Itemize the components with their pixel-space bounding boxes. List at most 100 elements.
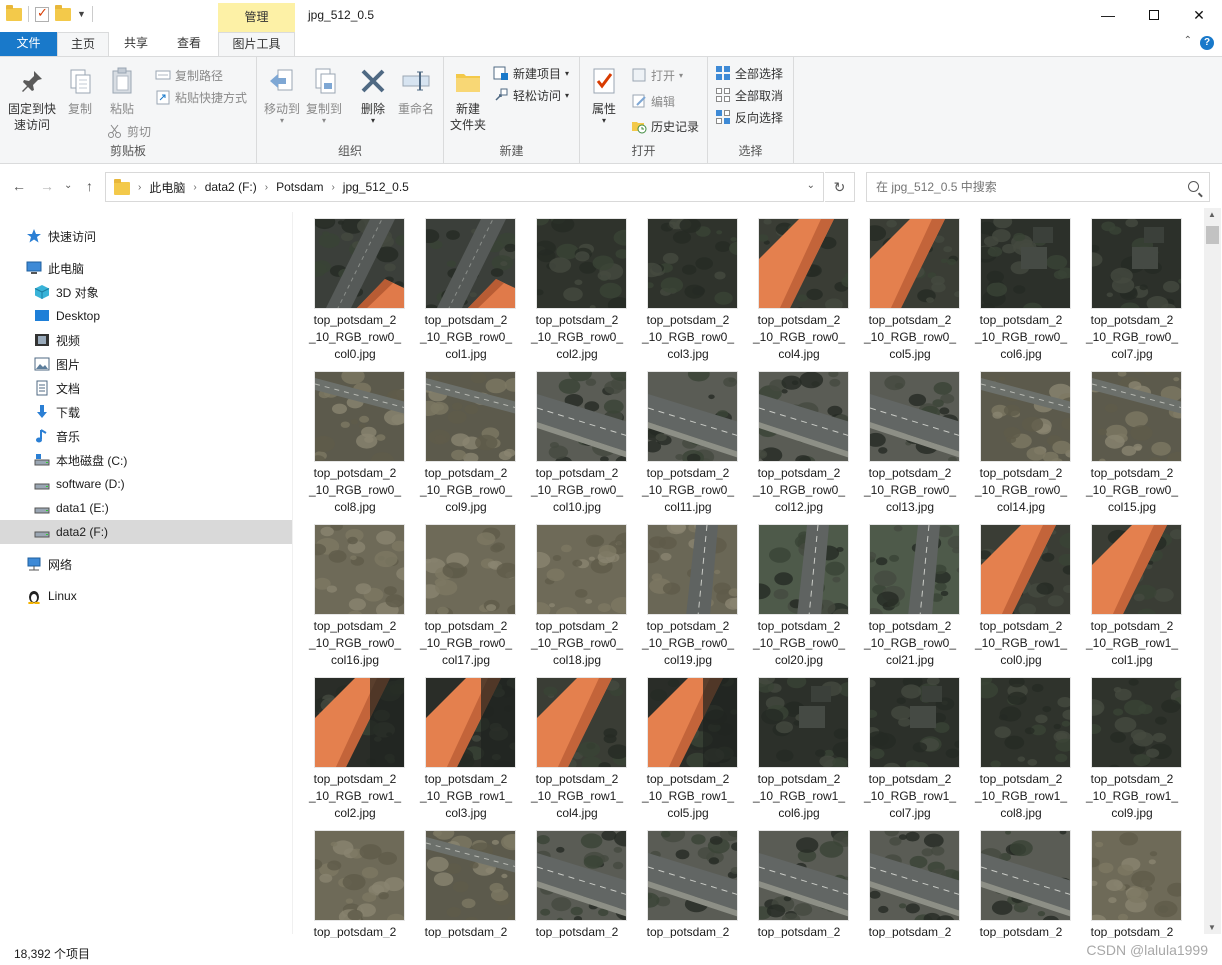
file-item[interactable]: top_potsdam_2 _10_RGB_row0_ col12.jpg xyxy=(744,361,854,514)
nav-item-10[interactable]: 本地磁盘 (C:) xyxy=(0,448,292,472)
tab-home[interactable]: 主页 xyxy=(57,32,109,56)
nav-item-6[interactable]: 图片 xyxy=(0,352,292,376)
file-item[interactable]: top_potsdam_2 _10_RGB_row1_ col0.jpg xyxy=(966,514,1076,667)
recent-locations-button[interactable]: ⌄ xyxy=(64,180,72,191)
open-button[interactable]: 打开 ▾ xyxy=(631,65,683,85)
file-item[interactable]: top_potsdam_2 xyxy=(744,820,854,938)
nav-item-11[interactable]: software (D:) xyxy=(0,472,292,496)
pane-splitter[interactable] xyxy=(292,212,293,934)
file-item[interactable]: top_potsdam_2 _10_RGB_row1_ col7.jpg xyxy=(855,667,965,820)
file-item[interactable]: top_potsdam_2 _10_RGB_row0_ col19.jpg xyxy=(633,514,743,667)
file-item[interactable]: top_potsdam_2 _10_RGB_row1_ col3.jpg xyxy=(411,667,521,820)
paste-button[interactable]: 粘贴 xyxy=(102,65,142,117)
nav-item-13[interactable]: data2 (F:) xyxy=(0,520,292,544)
file-item[interactable]: top_potsdam_2 xyxy=(966,820,1076,938)
nav-item-14[interactable]: 网络 xyxy=(0,552,292,576)
minimize-button[interactable]: — xyxy=(1085,0,1131,30)
new-folder-icon[interactable] xyxy=(55,4,71,21)
rename-button[interactable]: 重命名 xyxy=(394,65,438,117)
tab-view[interactable]: 查看 xyxy=(163,32,215,56)
scroll-down-icon[interactable]: ▼ xyxy=(1208,923,1216,932)
pin-quick-access-button[interactable]: 固定到快 速访问 xyxy=(4,65,60,133)
file-item[interactable]: top_potsdam_2 _10_RGB_row1_ col6.jpg xyxy=(744,667,854,820)
paste-shortcut-button[interactable]: 粘贴快捷方式 xyxy=(155,87,247,107)
search-icon[interactable] xyxy=(1188,181,1199,192)
file-item[interactable]: top_potsdam_2 xyxy=(300,820,410,938)
select-all-button[interactable]: 全部选择 xyxy=(715,63,783,83)
file-item[interactable]: top_potsdam_2 xyxy=(855,820,965,938)
file-item[interactable]: top_potsdam_2 xyxy=(1077,820,1187,938)
breadcrumb-this-pc[interactable]: 此电脑 xyxy=(143,179,191,196)
select-none-button[interactable]: 全部取消 xyxy=(715,85,783,105)
up-button[interactable]: ↑ xyxy=(86,178,93,194)
breadcrumb-separator-icon[interactable]: › xyxy=(136,182,143,193)
search-input[interactable] xyxy=(876,180,1176,194)
new-folder-button[interactable]: 新建 文件夹 xyxy=(446,65,490,133)
file-item[interactable]: top_potsdam_2 _10_RGB_row0_ col18.jpg xyxy=(522,514,632,667)
file-item[interactable]: top_potsdam_2 _10_RGB_row0_ col2.jpg xyxy=(522,208,632,361)
delete-button[interactable]: 删除 ▾ xyxy=(355,65,391,125)
file-item[interactable]: top_potsdam_2 _10_RGB_row0_ col14.jpg xyxy=(966,361,1076,514)
copy-button[interactable]: 复制 xyxy=(62,65,98,117)
breadcrumb-potsdam[interactable]: Potsdam xyxy=(270,180,329,194)
close-button[interactable]: ✕ xyxy=(1176,0,1222,30)
scrollbar-thumb[interactable] xyxy=(1206,226,1219,244)
copy-to-button[interactable]: 复制到 ▾ xyxy=(303,65,345,125)
file-item[interactable]: top_potsdam_2 _10_RGB_row0_ col21.jpg xyxy=(855,514,965,667)
file-item[interactable]: top_potsdam_2 _10_RGB_row1_ col1.jpg xyxy=(1077,514,1187,667)
edit-button[interactable]: 编辑 xyxy=(631,91,675,111)
tab-file[interactable]: 文件 xyxy=(0,32,57,56)
file-item[interactable]: top_potsdam_2 _10_RGB_row0_ col7.jpg xyxy=(1077,208,1187,361)
file-item[interactable]: top_potsdam_2 _10_RGB_row0_ col11.jpg xyxy=(633,361,743,514)
move-to-button[interactable]: 移动到 ▾ xyxy=(261,65,303,125)
file-item[interactable]: top_potsdam_2 _10_RGB_row1_ col8.jpg xyxy=(966,667,1076,820)
nav-item-2[interactable]: 此电脑 xyxy=(0,256,292,280)
file-item[interactable]: top_potsdam_2 _10_RGB_row0_ col4.jpg xyxy=(744,208,854,361)
file-item[interactable]: top_potsdam_2 _10_RGB_row1_ col5.jpg xyxy=(633,667,743,820)
file-item[interactable]: top_potsdam_2 _10_RGB_row0_ col0.jpg xyxy=(300,208,410,361)
file-item[interactable]: top_potsdam_2 _10_RGB_row0_ col15.jpg xyxy=(1077,361,1187,514)
file-item[interactable]: top_potsdam_2 _10_RGB_row0_ col13.jpg xyxy=(855,361,965,514)
file-item[interactable]: top_potsdam_2 _10_RGB_row0_ col3.jpg xyxy=(633,208,743,361)
nav-item-9[interactable]: 音乐 xyxy=(0,424,292,448)
copy-path-button[interactable]: 复制路径 xyxy=(155,65,223,85)
nav-item-8[interactable]: 下载 xyxy=(0,400,292,424)
properties-icon[interactable] xyxy=(35,5,49,22)
file-item[interactable]: top_potsdam_2 _10_RGB_row0_ col5.jpg xyxy=(855,208,965,361)
vertical-scrollbar[interactable]: ▲ ▼ xyxy=(1204,208,1221,934)
nav-item-7[interactable]: 文档 xyxy=(0,376,292,400)
file-item[interactable]: top_potsdam_2 _10_RGB_row0_ col1.jpg xyxy=(411,208,521,361)
file-item[interactable]: top_potsdam_2 _10_RGB_row0_ col16.jpg xyxy=(300,514,410,667)
address-bar[interactable]: › 此电脑 › data2 (F:) › Potsdam › jpg_512_0… xyxy=(105,172,824,202)
file-item[interactable]: top_potsdam_2 _10_RGB_row0_ col8.jpg xyxy=(300,361,410,514)
nav-item-15[interactable]: Linux xyxy=(0,584,292,608)
nav-item-12[interactable]: data1 (E:) xyxy=(0,496,292,520)
file-item[interactable]: top_potsdam_2 _10_RGB_row1_ col2.jpg xyxy=(300,667,410,820)
forward-button[interactable]: → xyxy=(40,178,54,194)
nav-item-4[interactable]: Desktop xyxy=(0,304,292,328)
address-dropdown-icon[interactable]: ⌄ xyxy=(807,180,815,191)
help-icon[interactable]: ? xyxy=(1200,36,1214,50)
tab-manage[interactable]: 管理 xyxy=(218,3,295,32)
properties-button[interactable]: 属性 ▾ xyxy=(586,65,622,125)
file-item[interactable]: top_potsdam_2 _10_RGB_row1_ col9.jpg xyxy=(1077,667,1187,820)
collapse-ribbon-icon[interactable]: ⌃ xyxy=(1184,35,1192,46)
cut-button[interactable]: 剪切 xyxy=(107,121,151,141)
qat-dropdown-icon[interactable]: ▼ xyxy=(77,9,86,19)
new-item-button[interactable]: 新建项目 ▾ xyxy=(493,63,569,83)
file-item[interactable]: top_potsdam_2 xyxy=(633,820,743,938)
file-item[interactable]: top_potsdam_2 _10_RGB_row0_ col6.jpg xyxy=(966,208,1076,361)
tab-share[interactable]: 共享 xyxy=(110,32,162,56)
easy-access-button[interactable]: 轻松访问 ▾ xyxy=(493,85,569,105)
invert-selection-button[interactable]: 反向选择 xyxy=(715,107,783,127)
file-item[interactable]: top_potsdam_2 _10_RGB_row1_ col4.jpg xyxy=(522,667,632,820)
history-button[interactable]: 历史记录 xyxy=(631,116,699,136)
maximize-button[interactable] xyxy=(1131,0,1177,30)
file-item[interactable]: top_potsdam_2 _10_RGB_row0_ col17.jpg xyxy=(411,514,521,667)
refresh-button[interactable]: ↻ xyxy=(825,172,855,202)
scroll-up-icon[interactable]: ▲ xyxy=(1208,210,1216,219)
nav-item-3[interactable]: 3D 对象 xyxy=(0,280,292,304)
breadcrumb-separator-icon[interactable]: › xyxy=(191,182,198,193)
breadcrumb-separator-icon[interactable]: › xyxy=(329,182,336,193)
breadcrumb-current-folder[interactable]: jpg_512_0.5 xyxy=(337,180,415,194)
